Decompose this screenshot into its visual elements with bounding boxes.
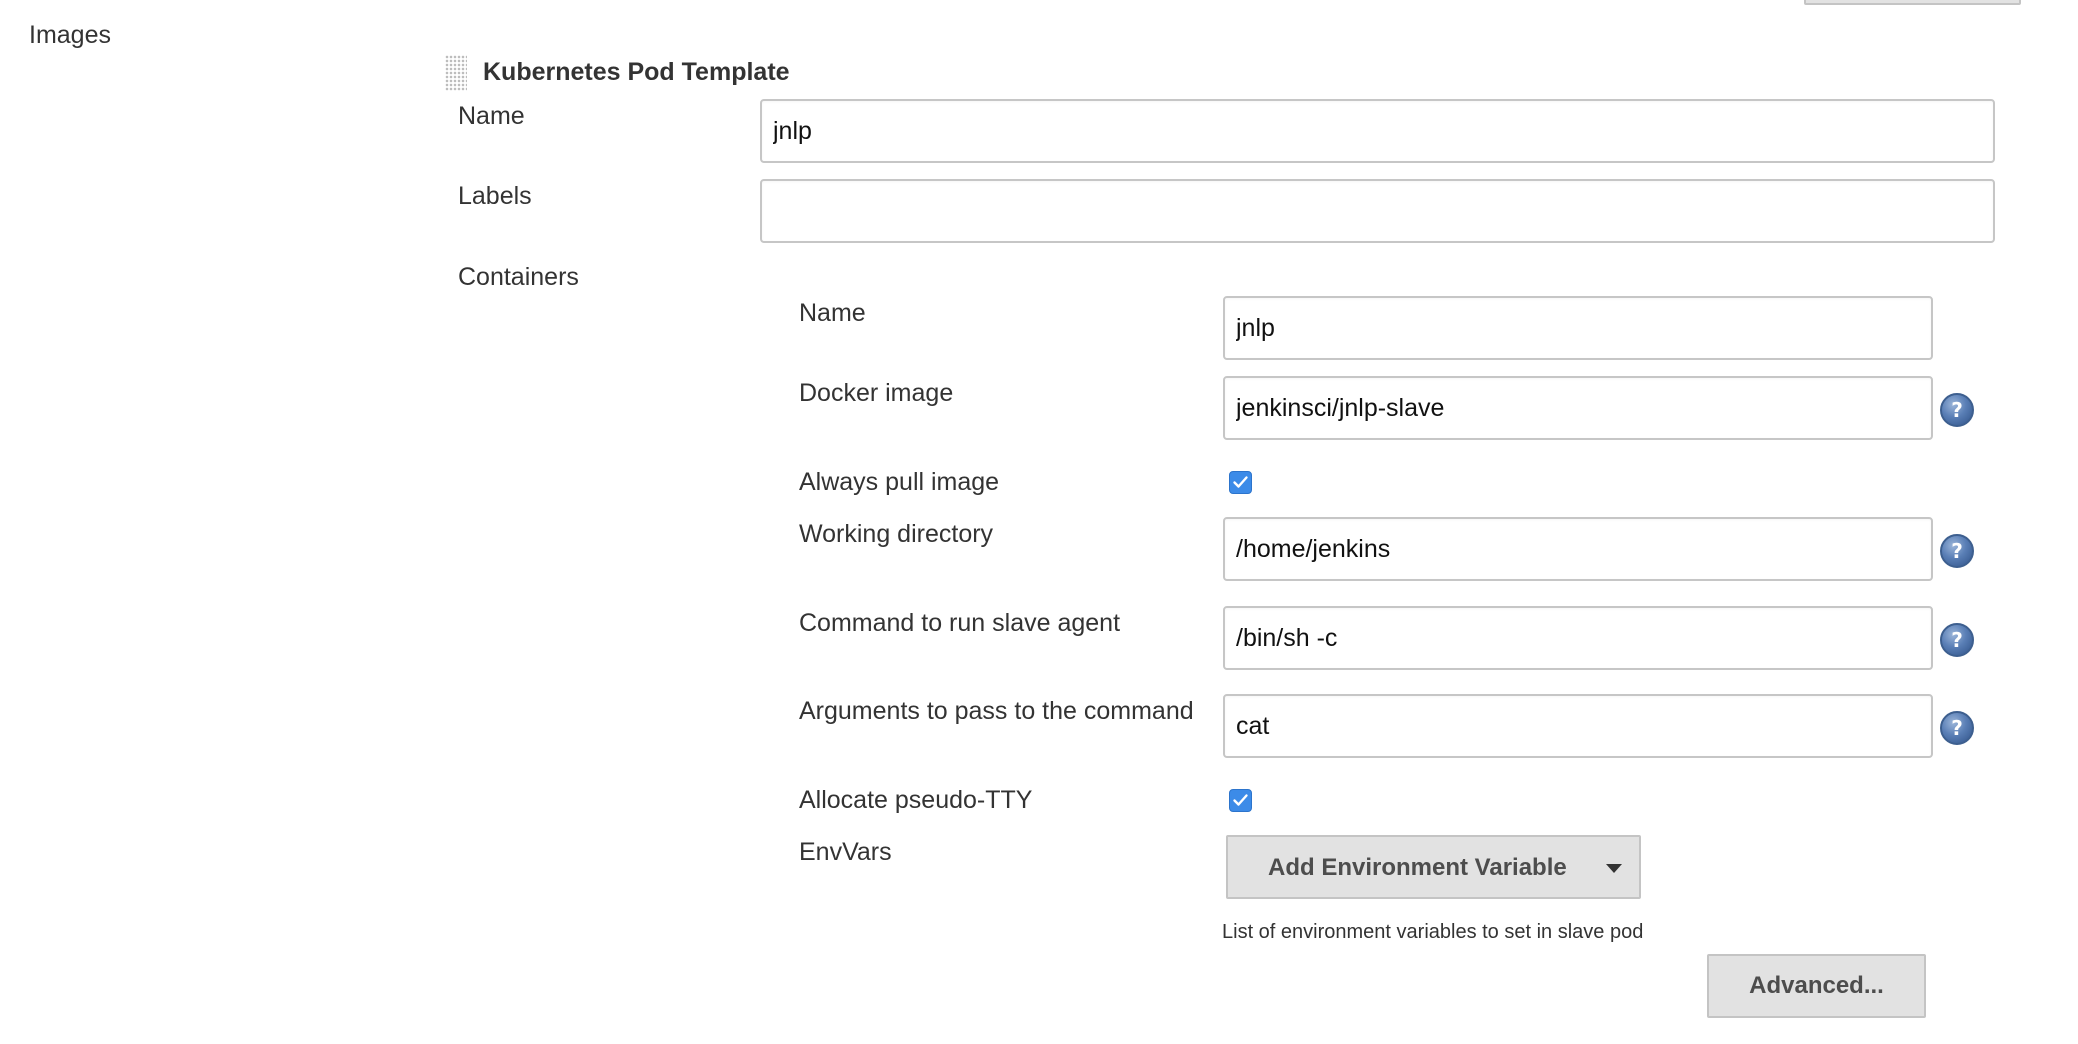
tty-checkbox[interactable] xyxy=(1229,789,1252,812)
docker-image-input[interactable] xyxy=(1223,376,1933,440)
always-pull-label: Always pull image xyxy=(799,468,1000,496)
pod-template-title: Kubernetes Pod Template xyxy=(483,58,790,86)
pod-name-label: Name xyxy=(458,102,525,130)
docker-image-help-icon[interactable]: ? xyxy=(1940,393,1974,427)
section-label-images: Images xyxy=(29,21,111,49)
working-directory-help-icon[interactable]: ? xyxy=(1940,534,1974,568)
containers-label: Containers xyxy=(458,263,579,291)
container-name-input[interactable] xyxy=(1223,296,1933,360)
top-partial-button[interactable] xyxy=(1804,0,2021,5)
pod-name-input[interactable] xyxy=(760,99,1995,163)
checkmark-icon xyxy=(1233,794,1248,806)
arguments-help-icon[interactable]: ? xyxy=(1940,711,1974,745)
tty-label: Allocate pseudo-TTY xyxy=(799,786,1033,814)
docker-image-label: Docker image xyxy=(799,379,954,407)
advanced-button[interactable]: Advanced... xyxy=(1707,954,1926,1018)
checkmark-icon xyxy=(1233,476,1248,488)
working-directory-label: Working directory xyxy=(799,520,994,548)
command-input[interactable] xyxy=(1223,606,1933,670)
envvars-help-text: List of environment variables to set in … xyxy=(1222,921,1644,943)
advanced-button-label: Advanced... xyxy=(1749,972,1884,999)
container-name-label: Name xyxy=(799,299,866,327)
caret-down-icon xyxy=(1606,864,1622,873)
add-environment-variable-label: Add Environment Variable xyxy=(1268,854,1567,881)
labels-input[interactable] xyxy=(760,179,1995,243)
labels-label: Labels xyxy=(458,182,532,210)
envvars-label: EnvVars xyxy=(799,838,892,866)
drag-handle-icon[interactable] xyxy=(445,55,467,91)
arguments-input[interactable] xyxy=(1223,694,1933,758)
command-help-icon[interactable]: ? xyxy=(1940,623,1974,657)
command-label: Command to run slave agent xyxy=(799,609,1121,637)
add-environment-variable-button[interactable]: Add Environment Variable xyxy=(1226,835,1641,899)
arguments-label: Arguments to pass to the command xyxy=(799,697,1194,725)
working-directory-input[interactable] xyxy=(1223,517,1933,581)
always-pull-checkbox[interactable] xyxy=(1229,471,1252,494)
